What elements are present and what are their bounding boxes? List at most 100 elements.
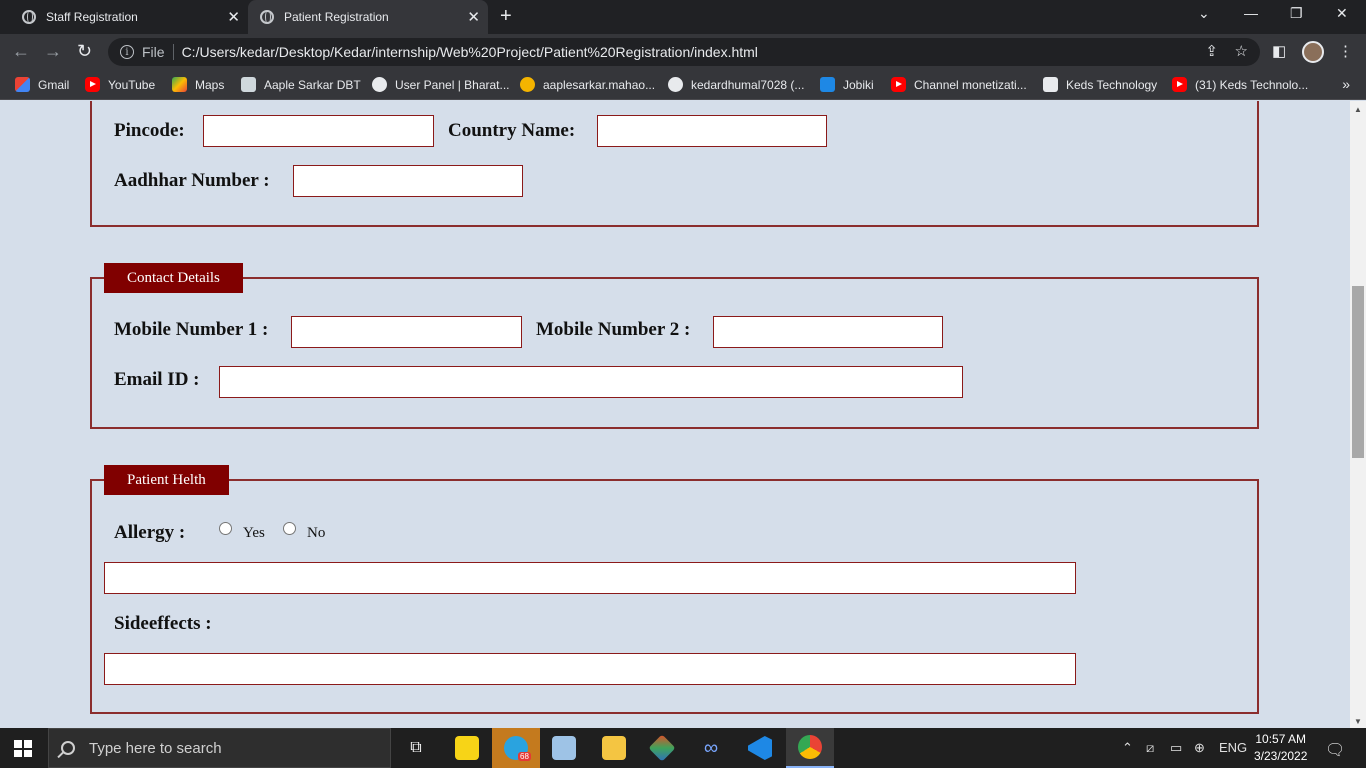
windows-taskbar: Type here to search ⧉ 68 ∞ ⌃ ⧄ ▭ ⊕ ENG 1… bbox=[0, 728, 1366, 768]
url-text[interactable]: C:/Users/kedar/Desktop/Kedar/internship/… bbox=[182, 44, 758, 60]
sticky-notes-icon bbox=[455, 736, 479, 760]
page-scrollbar[interactable]: ▲ ▼ bbox=[1350, 101, 1366, 728]
bookmarks-bar: Gmail YouTube Maps Aaple Sarkar DBT User… bbox=[0, 70, 1366, 100]
notepad-app[interactable] bbox=[540, 728, 588, 768]
more-bookmarks-chevron-icon[interactable]: » bbox=[1342, 76, 1350, 92]
tray-chevron-icon[interactable]: ⌃ bbox=[1122, 740, 1133, 756]
reload-icon[interactable]: ↻ bbox=[77, 41, 92, 62]
mobile-number-1-input[interactable] bbox=[291, 316, 522, 348]
aadhhar-number-label: Aadhhar Number : bbox=[114, 170, 270, 191]
sideeffects-input[interactable] bbox=[104, 653, 1076, 685]
youtube-icon bbox=[1172, 77, 1187, 92]
window-close-icon[interactable]: ✕ bbox=[1336, 5, 1348, 22]
new-tab-icon[interactable]: + bbox=[500, 5, 512, 28]
restore-icon[interactable]: ❐ bbox=[1290, 5, 1303, 22]
bookmark-gmail[interactable]: Gmail bbox=[15, 77, 69, 92]
forward-arrow-icon[interactable]: → bbox=[44, 41, 62, 62]
bookmark-github[interactable]: kedardhumal7028 (... bbox=[668, 77, 804, 92]
language-indicator[interactable]: ENG bbox=[1219, 740, 1247, 755]
country-name-label: Country Name: bbox=[448, 120, 576, 141]
allergy-yes-radio[interactable] bbox=[219, 522, 232, 535]
bookmark-jobiki[interactable]: Jobiki bbox=[820, 77, 874, 92]
meet-icon[interactable]: ⧄ bbox=[1146, 740, 1154, 756]
bookmark-channel-monetization[interactable]: Channel monetizati... bbox=[891, 77, 1027, 92]
address-section: Pincode: Country Name: Aadhhar Number : bbox=[90, 101, 1259, 227]
battery-icon[interactable]: ▭ bbox=[1170, 740, 1182, 756]
gmail-icon bbox=[15, 77, 30, 92]
country-name-input[interactable] bbox=[597, 115, 827, 147]
sideeffects-label: Sideeffects : bbox=[114, 613, 212, 634]
bookmark-maps[interactable]: Maps bbox=[172, 77, 224, 92]
tab-title: Patient Registration bbox=[284, 10, 389, 24]
document-icon bbox=[241, 77, 256, 92]
vscode-app[interactable] bbox=[736, 728, 784, 768]
infinity-icon: ∞ bbox=[703, 736, 719, 759]
search-icon bbox=[61, 741, 75, 755]
telegram-badge: 68 bbox=[518, 752, 531, 761]
chrome-app[interactable] bbox=[786, 728, 834, 768]
tab-search-chevron-icon[interactable]: ⌄ bbox=[1198, 5, 1210, 22]
bookmark-aaple-sarkar-dbt[interactable]: Aaple Sarkar DBT bbox=[241, 77, 361, 92]
menu-dots-icon[interactable]: ⋮ bbox=[1338, 42, 1353, 60]
telegram-app[interactable]: 68 bbox=[492, 728, 540, 768]
allergy-yes-label: Yes bbox=[243, 525, 265, 541]
youtube-icon bbox=[85, 77, 100, 92]
allergy-label: Allergy : bbox=[114, 522, 186, 543]
notification-icon[interactable]: 🗨 bbox=[1325, 740, 1345, 760]
allergy-no-radio[interactable] bbox=[283, 522, 296, 535]
link-app[interactable]: ∞ bbox=[687, 728, 735, 768]
taskbar-search-box[interactable]: Type here to search bbox=[48, 728, 391, 768]
file-explorer-app[interactable] bbox=[590, 728, 638, 768]
profile-avatar[interactable] bbox=[1302, 41, 1324, 63]
aadhhar-number-input[interactable] bbox=[293, 165, 523, 197]
allergy-no-label: No bbox=[307, 525, 326, 541]
windows-start-icon[interactable] bbox=[14, 740, 32, 757]
bookmark-youtube[interactable]: YouTube bbox=[85, 77, 155, 92]
seal-icon bbox=[372, 77, 387, 92]
side-panel-icon[interactable]: ◧ bbox=[1272, 42, 1286, 60]
page-content: Pincode: Country Name: Aadhhar Number : … bbox=[0, 101, 1350, 728]
jobiki-icon bbox=[820, 77, 835, 92]
bookmark-keds-technology[interactable]: Keds Technology bbox=[1043, 77, 1157, 92]
vscode-icon bbox=[748, 736, 772, 760]
git-app[interactable] bbox=[638, 728, 686, 768]
bookmark-aaplesarkar[interactable]: aaplesarkar.mahao... bbox=[520, 77, 655, 92]
mobile-number-2-input[interactable] bbox=[713, 316, 943, 348]
network-globe-icon[interactable]: ⊕ bbox=[1194, 740, 1205, 756]
browser-tab-bar: Staff Registration ✕ Patient Registratio… bbox=[0, 0, 1366, 34]
bookmark-user-panel[interactable]: User Panel | Bharat... bbox=[372, 77, 510, 92]
contact-details-legend: Contact Details bbox=[104, 263, 243, 293]
tab-staff-registration[interactable]: Staff Registration ✕ bbox=[8, 0, 248, 34]
notepad-icon bbox=[552, 736, 576, 760]
search-placeholder: Type here to search bbox=[89, 739, 222, 757]
allergy-details-input[interactable] bbox=[104, 562, 1076, 594]
patient-health-legend: Patient Helth bbox=[104, 465, 229, 495]
sticky-notes-app[interactable] bbox=[443, 728, 491, 768]
close-icon[interactable]: ✕ bbox=[227, 8, 240, 26]
minimize-icon[interactable]: — bbox=[1244, 5, 1258, 21]
email-id-label: Email ID : bbox=[114, 369, 200, 390]
github-icon bbox=[668, 77, 683, 92]
contact-details-section: Contact Details Mobile Number 1 : Mobile… bbox=[90, 263, 1259, 429]
patient-health-section: Patient Helth Allergy : Yes No Sideeffec… bbox=[90, 465, 1259, 714]
back-arrow-icon[interactable]: ← bbox=[12, 41, 30, 62]
taskbar-clock[interactable]: 10:57 AM 3/23/2022 bbox=[1254, 731, 1307, 765]
close-icon[interactable]: ✕ bbox=[467, 8, 480, 26]
maps-icon bbox=[172, 77, 187, 92]
scroll-thumb[interactable] bbox=[1352, 286, 1364, 458]
pincode-input[interactable] bbox=[203, 115, 434, 147]
tab-patient-registration[interactable]: Patient Registration ✕ bbox=[248, 0, 488, 34]
info-icon[interactable]: i bbox=[120, 45, 134, 59]
scroll-up-arrow-icon[interactable]: ▲ bbox=[1354, 105, 1362, 114]
share-icon[interactable]: ⇪ bbox=[1205, 42, 1218, 60]
scheme-chip[interactable]: File bbox=[142, 44, 174, 60]
chrome-icon bbox=[798, 735, 822, 759]
address-bar[interactable]: i File C:/Users/kedar/Desktop/Kedar/inte… bbox=[108, 38, 1260, 66]
scroll-down-arrow-icon[interactable]: ▼ bbox=[1354, 717, 1362, 726]
tab-title: Staff Registration bbox=[46, 10, 138, 24]
bookmark-keds-youtube[interactable]: (31) Keds Technolo... bbox=[1172, 77, 1308, 92]
mobile-number-2-label: Mobile Number 2 : bbox=[536, 319, 691, 340]
email-id-input[interactable] bbox=[219, 366, 963, 398]
task-view-icon[interactable]: ⧉ bbox=[392, 728, 440, 768]
bookmark-star-icon[interactable]: ☆ bbox=[1235, 42, 1248, 60]
